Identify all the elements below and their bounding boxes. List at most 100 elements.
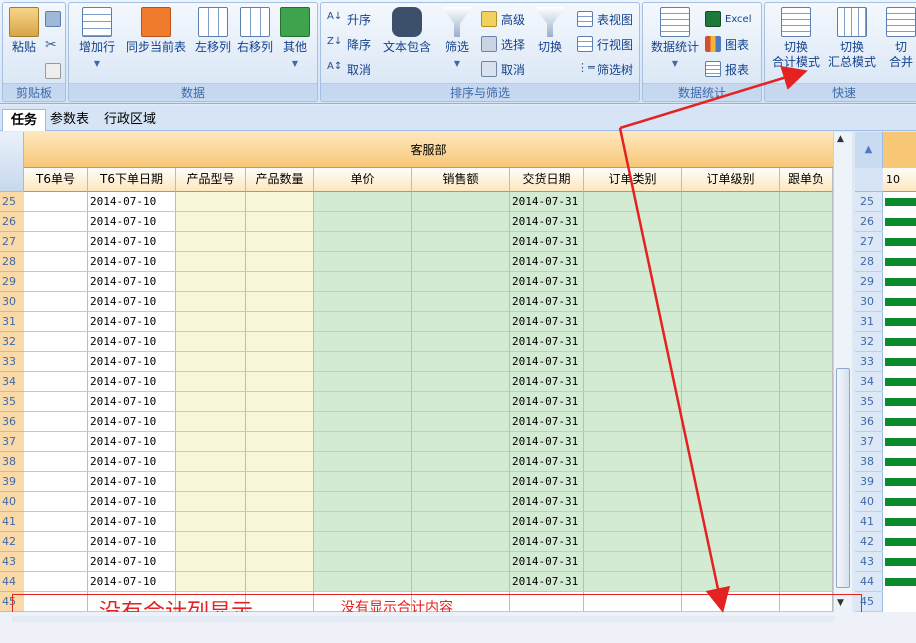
table-cell[interactable]: [24, 532, 88, 552]
table-cell[interactable]: [584, 472, 682, 492]
table-cell[interactable]: [780, 312, 833, 332]
table-cell[interactable]: [682, 472, 780, 492]
row-header[interactable]: 41: [0, 512, 24, 532]
table-cell[interactable]: [412, 412, 510, 432]
table-cell[interactable]: [24, 472, 88, 492]
right-pane-row-header[interactable]: 29: [855, 272, 883, 292]
table-cell[interactable]: 2014-07-10: [88, 272, 176, 292]
table-cell[interactable]: [412, 532, 510, 552]
table-cell[interactable]: [246, 552, 314, 572]
table-cell[interactable]: 2014-07-10: [88, 452, 176, 472]
table-cell[interactable]: [246, 452, 314, 472]
table-cell[interactable]: [176, 212, 246, 232]
table-cell[interactable]: [412, 372, 510, 392]
table-cell[interactable]: [780, 392, 833, 412]
right-pane-row-header[interactable]: 38: [855, 452, 883, 472]
table-cell[interactable]: [412, 432, 510, 452]
table-cell[interactable]: [246, 392, 314, 412]
row-header[interactable]: 37: [0, 432, 24, 452]
table-cell[interactable]: 2014-07-31: [510, 292, 584, 312]
table-cell[interactable]: [682, 452, 780, 472]
sync-current-table-button[interactable]: 同步当前表: [123, 7, 189, 55]
table-cell[interactable]: [412, 452, 510, 472]
table-cell[interactable]: [314, 332, 412, 352]
table-cell[interactable]: [246, 532, 314, 552]
column-header[interactable]: 单价: [314, 168, 412, 192]
cancel-filter-button[interactable]: 取消: [481, 59, 525, 79]
table-cell[interactable]: [24, 452, 88, 472]
table-cell[interactable]: [412, 392, 510, 412]
table-cell[interactable]: 2014-07-10: [88, 292, 176, 312]
table-cell[interactable]: [584, 352, 682, 372]
table-cell[interactable]: [584, 412, 682, 432]
table-cell[interactable]: [176, 292, 246, 312]
table-cell[interactable]: [314, 472, 412, 492]
table-cell[interactable]: [682, 192, 780, 212]
table-cell[interactable]: [176, 352, 246, 372]
table-cell[interactable]: [682, 332, 780, 352]
table-cell[interactable]: [246, 332, 314, 352]
table-cell[interactable]: [682, 412, 780, 432]
table-cell[interactable]: [176, 432, 246, 452]
format-painter-button[interactable]: [45, 61, 61, 81]
table-cell[interactable]: [682, 512, 780, 532]
vertical-scrollbar[interactable]: ▲ ▼: [833, 132, 852, 612]
table-cell[interactable]: [584, 452, 682, 472]
table-cell[interactable]: [24, 312, 88, 332]
move-right-button[interactable]: 右移列: [235, 7, 275, 55]
table-cell[interactable]: [682, 212, 780, 232]
table-cell[interactable]: [176, 492, 246, 512]
table-cell[interactable]: [24, 552, 88, 572]
table-cell[interactable]: [24, 332, 88, 352]
table-cell[interactable]: [24, 212, 88, 232]
table-cell[interactable]: [584, 292, 682, 312]
table-cell[interactable]: [246, 472, 314, 492]
right-pane-row-header[interactable]: 30: [855, 292, 883, 312]
table-cell[interactable]: [176, 572, 246, 592]
table-cell[interactable]: [176, 512, 246, 532]
table-cell[interactable]: [246, 192, 314, 212]
table-cell[interactable]: [780, 272, 833, 292]
table-cell[interactable]: [314, 212, 412, 232]
row-header[interactable]: 27: [0, 232, 24, 252]
table-cell[interactable]: 2014-07-31: [510, 552, 584, 572]
table-cell[interactable]: [246, 572, 314, 592]
table-cell[interactable]: [780, 452, 833, 472]
table-cell[interactable]: [584, 252, 682, 272]
table-cell[interactable]: [314, 252, 412, 272]
table-cell[interactable]: [584, 232, 682, 252]
table-cell[interactable]: [176, 532, 246, 552]
table-cell[interactable]: 2014-07-10: [88, 532, 176, 552]
table-cell[interactable]: [24, 232, 88, 252]
row-header[interactable]: 35: [0, 392, 24, 412]
table-cell[interactable]: [412, 492, 510, 512]
table-cell[interactable]: [246, 312, 314, 332]
sort-ascending-button[interactable]: A↓ 升序: [327, 9, 371, 29]
table-cell[interactable]: [584, 532, 682, 552]
table-cell[interactable]: [176, 412, 246, 432]
table-cell[interactable]: [780, 372, 833, 392]
right-pane-row-header[interactable]: 35: [855, 392, 883, 412]
table-cell[interactable]: [412, 572, 510, 592]
table-cell[interactable]: [246, 372, 314, 392]
table-cell[interactable]: [682, 292, 780, 312]
move-left-button[interactable]: 左移列: [193, 7, 233, 55]
table-cell[interactable]: [24, 512, 88, 532]
right-pane-row-header[interactable]: 39: [855, 472, 883, 492]
table-cell[interactable]: [246, 272, 314, 292]
column-header[interactable]: 订单类别: [584, 168, 682, 192]
row-header[interactable]: 30: [0, 292, 24, 312]
row-header[interactable]: 42: [0, 532, 24, 552]
table-cell[interactable]: [412, 232, 510, 252]
column-header[interactable]: 销售额: [412, 168, 510, 192]
table-cell[interactable]: [246, 292, 314, 312]
table-cell[interactable]: [412, 352, 510, 372]
column-header[interactable]: 跟单负: [780, 168, 833, 192]
row-header[interactable]: 25: [0, 192, 24, 212]
table-cell[interactable]: 2014-07-10: [88, 392, 176, 412]
table-cell[interactable]: [24, 252, 88, 272]
table-cell[interactable]: [780, 572, 833, 592]
copy-button[interactable]: [45, 9, 61, 29]
table-cell[interactable]: [314, 412, 412, 432]
table-cell[interactable]: 2014-07-10: [88, 192, 176, 212]
